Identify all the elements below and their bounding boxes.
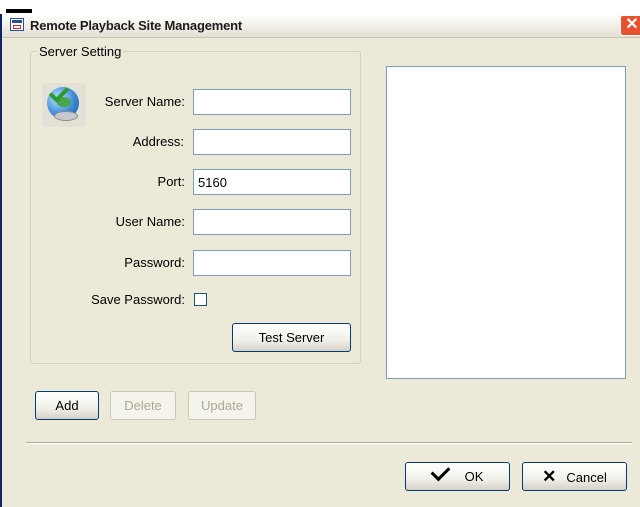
- background-underline: [6, 9, 32, 13]
- password-input[interactable]: [193, 250, 351, 276]
- cancel-label: Cancel: [566, 470, 607, 485]
- user-name-label: User Name:: [115, 214, 185, 229]
- cancel-button[interactable]: ✕ Cancel: [522, 462, 627, 491]
- add-button[interactable]: Add: [35, 391, 99, 420]
- save-password-checkbox[interactable]: [194, 293, 207, 306]
- checkmark-icon: [430, 461, 450, 482]
- address-label: Address:: [132, 134, 184, 149]
- ok-button[interactable]: OK: [405, 461, 510, 491]
- address-input[interactable]: [193, 129, 351, 155]
- app-window-icon: [10, 18, 24, 31]
- separator: [26, 442, 632, 444]
- ok-label: OK: [464, 469, 484, 484]
- close-button[interactable]: ✕: [620, 15, 640, 36]
- user-name-input[interactable]: [193, 209, 351, 235]
- save-password-label: Save Password:: [91, 292, 185, 307]
- server-name-label: Server Name:: [104, 94, 185, 109]
- server-setting-legend: Server Setting: [39, 44, 122, 59]
- server-name-input[interactable]: [193, 89, 351, 115]
- disk-base: [54, 111, 78, 121]
- port-label: Port:: [157, 174, 185, 189]
- password-label: Password:: [124, 255, 185, 270]
- delete-button[interactable]: Delete: [110, 391, 176, 420]
- port-input[interactable]: [193, 169, 351, 195]
- test-server-button[interactable]: Test Server: [232, 323, 351, 352]
- window-title: Remote Playback Site Management: [30, 18, 242, 33]
- title-bar: Remote Playback Site Management ✕: [2, 14, 640, 38]
- update-button[interactable]: Update: [188, 391, 256, 420]
- site-list[interactable]: [386, 66, 626, 379]
- x-icon: ✕: [542, 467, 557, 486]
